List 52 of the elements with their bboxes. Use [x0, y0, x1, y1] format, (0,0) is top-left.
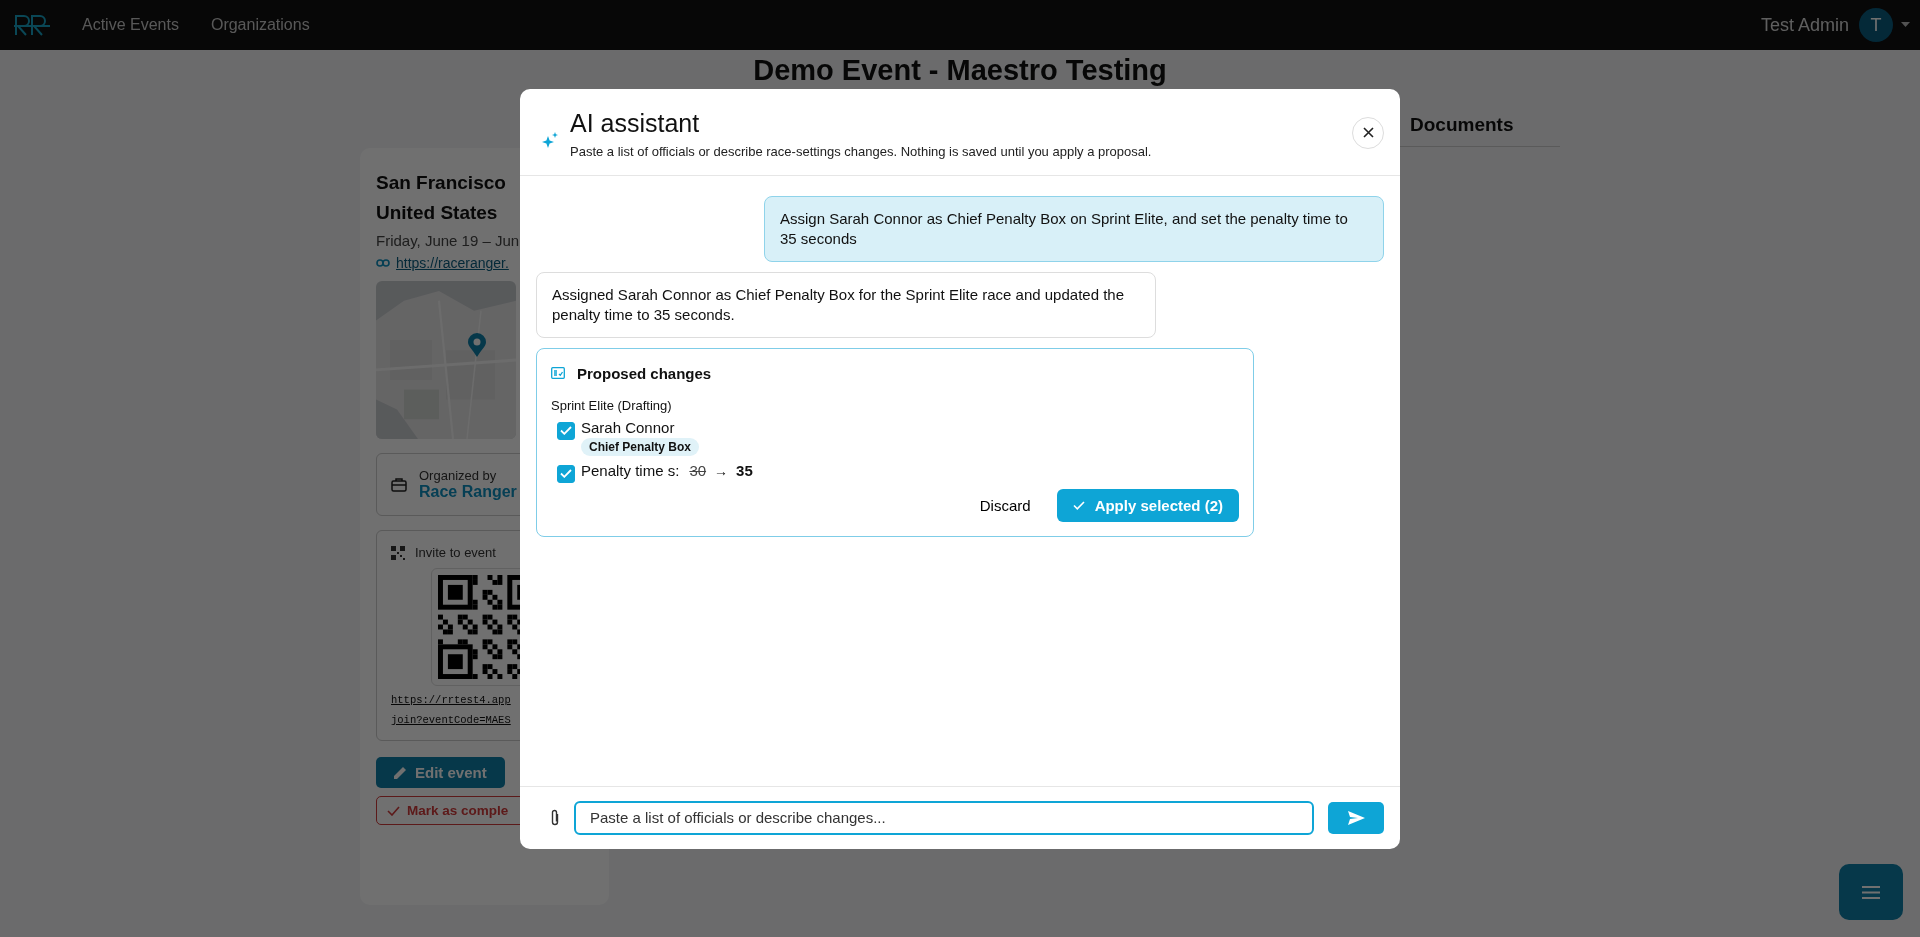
close-icon — [1362, 127, 1374, 138]
link-icon — [376, 259, 390, 267]
event-link[interactable]: https://raceranger. — [396, 255, 509, 271]
briefcase-icon — [391, 477, 407, 492]
event-dates: Friday, June 19 – Jun — [376, 232, 521, 249]
apply-button[interactable]: Apply selected (2) — [1056, 488, 1239, 522]
checkbox[interactable] — [557, 421, 575, 440]
proposal-title: Proposed changes — [577, 364, 712, 382]
user-message: Assign Sarah Connor as Chief Penalty Box on Sprint Elite, and set the penalty time to 35 seconds — [764, 195, 1384, 262]
assistant-message: Assigned Sarah Connor as Chief Penalty Box for the Sprint Elite race and updated the penalty time to 35 seconds. — [536, 271, 1156, 338]
checkbox[interactable] — [557, 464, 575, 483]
check-icon — [1072, 500, 1085, 510]
discard-button[interactable]: Discard — [973, 495, 1037, 515]
organizer-link[interactable]: Race Ranger — [419, 483, 517, 500]
organizer-label: Organized by — [419, 468, 498, 483]
documents-tab[interactable]: Documents — [1410, 114, 1514, 135]
official-name: Sarah Connor — [581, 418, 676, 436]
checklist-icon — [551, 367, 565, 379]
race-name: Sprint Elite (Drafting) — [551, 397, 673, 413]
page-title: Demo Event - Maestro Testing — [752, 53, 1168, 88]
logo-icon[interactable] — [14, 14, 50, 36]
dialog-title: AI assistant — [570, 108, 701, 138]
check-icon — [560, 426, 572, 435]
menu-button[interactable] — [1839, 864, 1903, 920]
nav-link[interactable]: Active Events — [82, 16, 179, 34]
paperclip-icon[interactable] — [550, 808, 560, 827]
user-avatar[interactable]: T — [1859, 8, 1893, 42]
caret-icon[interactable] — [1901, 22, 1910, 28]
role-tag: Chief Penalty Box — [581, 437, 700, 456]
invite-label: Invite to event — [415, 545, 496, 560]
check-icon — [387, 805, 400, 816]
event-location: United States — [376, 201, 499, 225]
setting-label: Penalty time s: — [581, 461, 680, 479]
edit-event-button[interactable]: Edit event — [376, 757, 505, 788]
invite-url: https://rrtest4.app — [391, 694, 511, 706]
send-button[interactable] — [1328, 801, 1384, 834]
invite-url: join?eventCode=MAES — [391, 714, 511, 726]
old-value: 30 — [689, 461, 707, 479]
message-input[interactable]: Paste a list of officials or describe changes... — [574, 800, 1314, 835]
user-name[interactable]: Test Admin — [1760, 14, 1849, 36]
qr-code-icon — [391, 545, 405, 560]
pencil-icon — [394, 766, 407, 779]
map-pin-icon — [468, 333, 486, 357]
dialog-subtitle: Paste a list of officials or describe race-settings changes. Nothing is saved until you apply a proposal. — [570, 143, 1153, 159]
menu-icon — [1862, 885, 1880, 899]
arrow-symbol: → — [714, 462, 729, 479]
check-icon — [560, 469, 572, 478]
close-button[interactable] — [1352, 116, 1384, 149]
send-icon — [1347, 810, 1365, 825]
event-location: San Francisco — [376, 171, 507, 195]
nav-link[interactable]: Organizations — [210, 16, 310, 34]
new-value: 35 — [736, 461, 753, 479]
